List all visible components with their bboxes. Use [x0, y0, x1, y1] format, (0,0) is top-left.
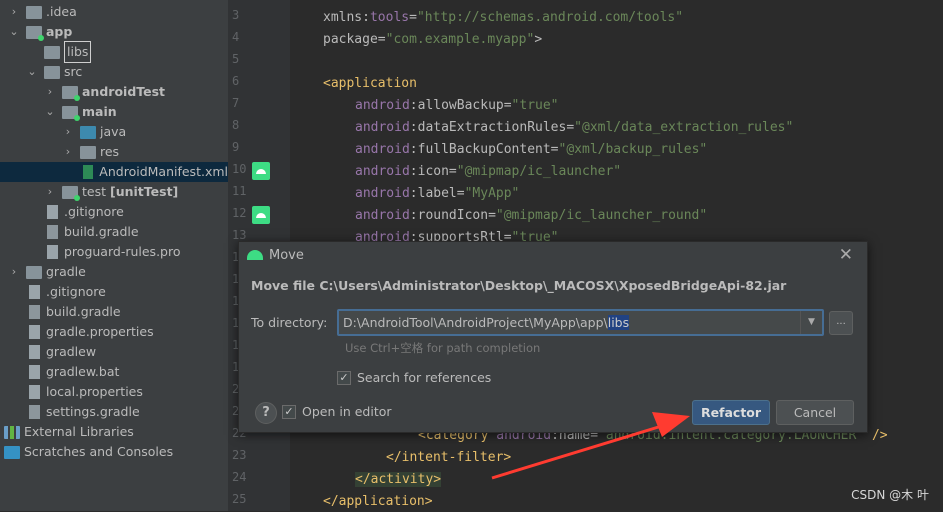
watermark: CSDN @木 叶: [851, 488, 929, 502]
red-arrow-annotation: [491, 412, 690, 480]
